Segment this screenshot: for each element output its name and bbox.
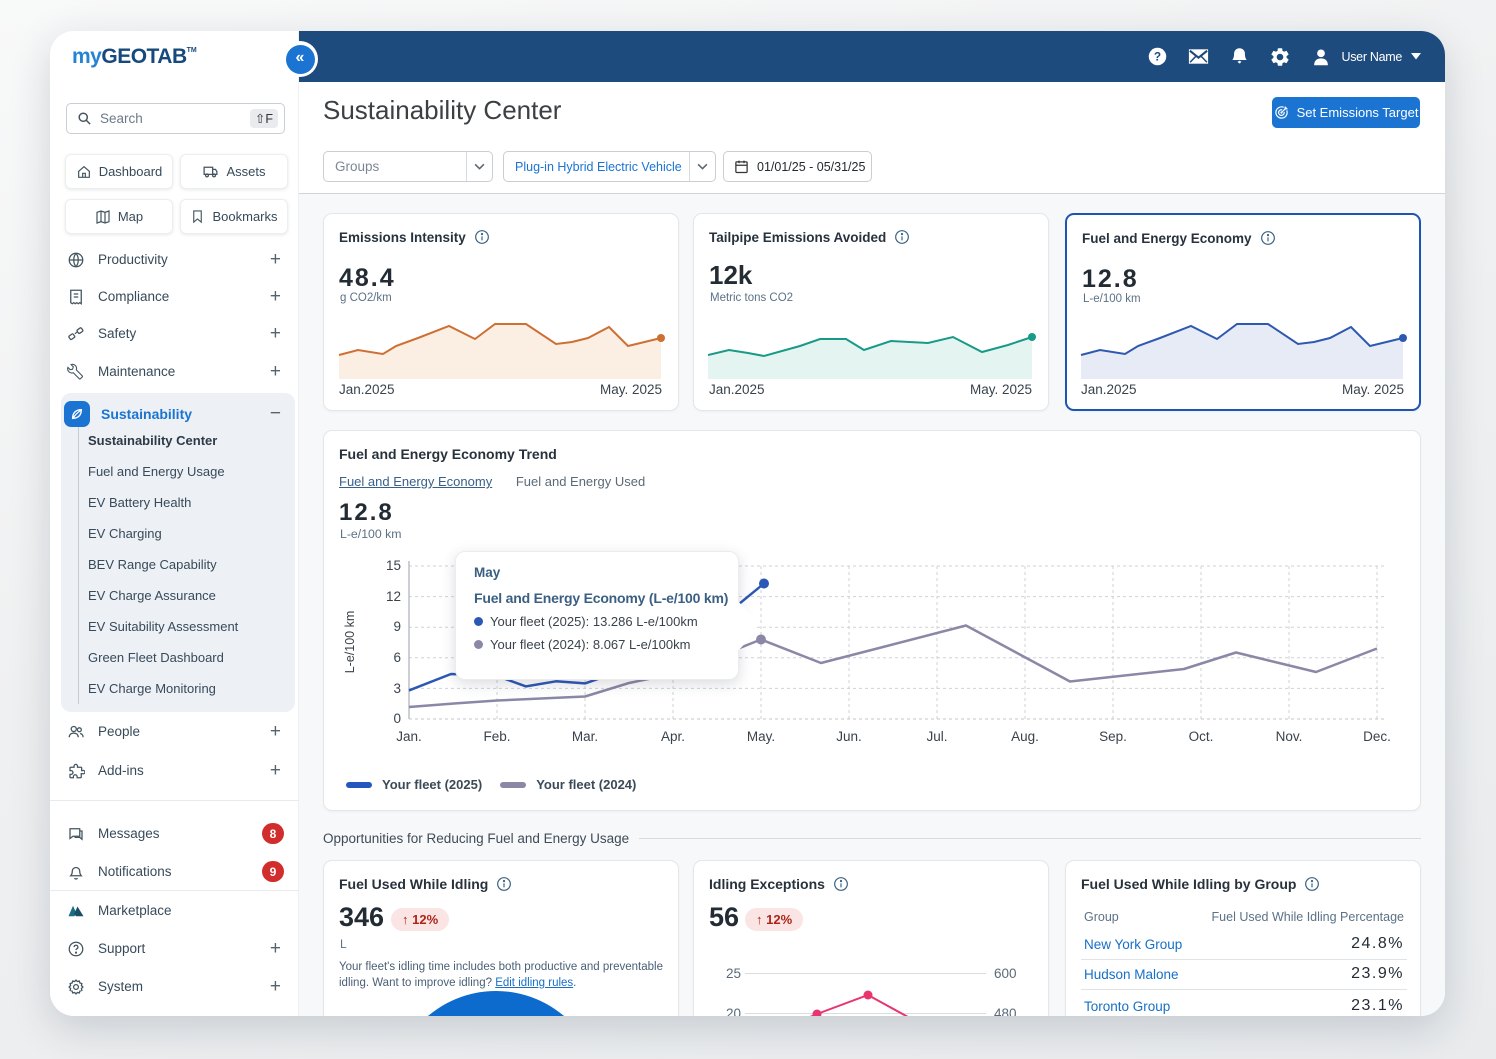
svg-text:Apr.: Apr. [661, 729, 685, 744]
svg-text:Jun.: Jun. [836, 729, 862, 744]
svg-text:0: 0 [393, 711, 401, 726]
svg-text:Nov.: Nov. [1276, 729, 1303, 744]
svg-text:12: 12 [386, 589, 401, 604]
svg-text:Feb.: Feb. [483, 729, 510, 744]
svg-text:Sep.: Sep. [1099, 729, 1127, 744]
svg-text:May.: May. [747, 729, 775, 744]
svg-text:3: 3 [393, 681, 401, 696]
svg-text:9: 9 [393, 619, 401, 634]
svg-text:Aug.: Aug. [1011, 729, 1039, 744]
svg-text:6: 6 [393, 650, 401, 665]
svg-text:L-e/100 km: L-e/100 km [343, 611, 357, 674]
svg-text:Jul.: Jul. [926, 729, 947, 744]
svg-text:Jan.: Jan. [396, 729, 422, 744]
svg-text:15: 15 [386, 558, 401, 573]
svg-text:Mar.: Mar. [572, 729, 598, 744]
svg-text:?: ? [1154, 50, 1161, 64]
svg-text:Oct.: Oct. [1189, 729, 1214, 744]
svg-text:Dec.: Dec. [1363, 729, 1391, 744]
